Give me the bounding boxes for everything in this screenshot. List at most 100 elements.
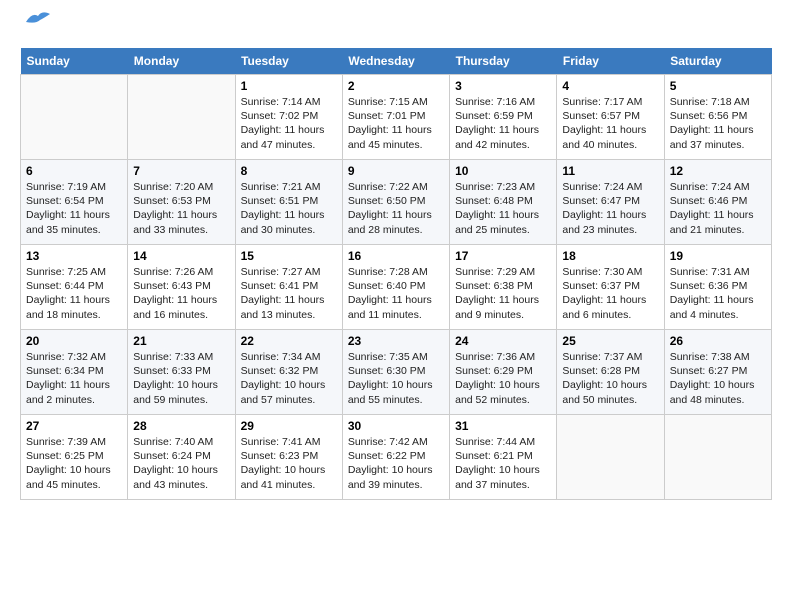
- day-number: 18: [562, 249, 658, 263]
- calendar-cell: [21, 75, 128, 160]
- calendar-cell: 4 Sunrise: 7:17 AM Sunset: 6:57 PM Daylig…: [557, 75, 664, 160]
- day-number: 6: [26, 164, 122, 178]
- calendar-cell: 20 Sunrise: 7:32 AM Sunset: 6:34 PM Dayli…: [21, 330, 128, 415]
- day-info: Sunrise: 7:17 AM Sunset: 6:57 PM Dayligh…: [562, 95, 658, 152]
- day-number: 16: [348, 249, 444, 263]
- day-number: 29: [241, 419, 337, 433]
- calendar-cell: 31 Sunrise: 7:44 AM Sunset: 6:21 PM Dayli…: [450, 415, 557, 500]
- day-info: Sunrise: 7:24 AM Sunset: 6:46 PM Dayligh…: [670, 180, 766, 237]
- day-info: Sunrise: 7:20 AM Sunset: 6:53 PM Dayligh…: [133, 180, 229, 237]
- day-number: 14: [133, 249, 229, 263]
- calendar-cell: 22Sunrise: 7:34 AM Sunset: 6:32 PM Dayli…: [235, 330, 342, 415]
- week-row-2: 6Sunrise: 7:19 AM Sunset: 6:54 PM Daylig…: [21, 160, 772, 245]
- day-number: 22: [241, 334, 337, 348]
- day-info: Sunrise: 7:22 AM Sunset: 6:50 PM Dayligh…: [348, 180, 444, 237]
- calendar-cell: 8 Sunrise: 7:21 AM Sunset: 6:51 PM Daylig…: [235, 160, 342, 245]
- day-number: 4: [562, 79, 658, 93]
- calendar-cell: [557, 415, 664, 500]
- day-info: Sunrise: 7:31 AM Sunset: 6:36 PM Dayligh…: [670, 265, 766, 322]
- day-info: Sunrise: 7:26 AM Sunset: 6:43 PM Dayligh…: [133, 265, 229, 322]
- day-number: 1: [241, 79, 337, 93]
- calendar-cell: 3 Sunrise: 7:16 AM Sunset: 6:59 PM Daylig…: [450, 75, 557, 160]
- week-row-4: 20 Sunrise: 7:32 AM Sunset: 6:34 PM Dayli…: [21, 330, 772, 415]
- week-row-3: 13 Sunrise: 7:25 AM Sunset: 6:44 PM Dayli…: [21, 245, 772, 330]
- day-number: 15: [241, 249, 337, 263]
- calendar-cell: 10Sunrise: 7:23 AM Sunset: 6:48 PM Dayli…: [450, 160, 557, 245]
- calendar-cell: [664, 415, 771, 500]
- day-number: 30: [348, 419, 444, 433]
- day-number: 23: [348, 334, 444, 348]
- day-info: Sunrise: 7:32 AM Sunset: 6:34 PM Dayligh…: [26, 350, 122, 407]
- calendar-cell: 23 Sunrise: 7:35 AM Sunset: 6:30 PM Dayli…: [342, 330, 449, 415]
- day-number: 19: [670, 249, 766, 263]
- day-number: 20: [26, 334, 122, 348]
- day-info: Sunrise: 7:42 AM Sunset: 6:22 PM Dayligh…: [348, 435, 444, 492]
- day-info: Sunrise: 7:18 AM Sunset: 6:56 PM Dayligh…: [670, 95, 766, 152]
- calendar-cell: 11 Sunrise: 7:24 AM Sunset: 6:47 PM Dayli…: [557, 160, 664, 245]
- calendar-cell: 25 Sunrise: 7:37 AM Sunset: 6:28 PM Dayli…: [557, 330, 664, 415]
- day-number: 2: [348, 79, 444, 93]
- weekday-header-row: SundayMondayTuesdayWednesdayThursdayFrid…: [21, 48, 772, 75]
- day-number: 26: [670, 334, 766, 348]
- day-number: 10: [455, 164, 551, 178]
- calendar-cell: 9 Sunrise: 7:22 AM Sunset: 6:50 PM Daylig…: [342, 160, 449, 245]
- day-info: Sunrise: 7:28 AM Sunset: 6:40 PM Dayligh…: [348, 265, 444, 322]
- day-info: Sunrise: 7:41 AM Sunset: 6:23 PM Dayligh…: [241, 435, 337, 492]
- weekday-header-tuesday: Tuesday: [235, 48, 342, 75]
- day-number: 7: [133, 164, 229, 178]
- calendar-table: SundayMondayTuesdayWednesdayThursdayFrid…: [20, 48, 772, 500]
- day-info: Sunrise: 7:39 AM Sunset: 6:25 PM Dayligh…: [26, 435, 122, 492]
- day-number: 21: [133, 334, 229, 348]
- day-info: Sunrise: 7:21 AM Sunset: 6:51 PM Dayligh…: [241, 180, 337, 237]
- day-info: Sunrise: 7:35 AM Sunset: 6:30 PM Dayligh…: [348, 350, 444, 407]
- day-number: 3: [455, 79, 551, 93]
- day-info: Sunrise: 7:24 AM Sunset: 6:47 PM Dayligh…: [562, 180, 658, 237]
- week-row-1: 1Sunrise: 7:14 AM Sunset: 7:02 PM Daylig…: [21, 75, 772, 160]
- calendar-cell: 24 Sunrise: 7:36 AM Sunset: 6:29 PM Dayli…: [450, 330, 557, 415]
- calendar-cell: 5 Sunrise: 7:18 AM Sunset: 6:56 PM Daylig…: [664, 75, 771, 160]
- weekday-header-friday: Friday: [557, 48, 664, 75]
- day-number: 5: [670, 79, 766, 93]
- day-number: 12: [670, 164, 766, 178]
- day-info: Sunrise: 7:16 AM Sunset: 6:59 PM Dayligh…: [455, 95, 551, 152]
- day-number: 28: [133, 419, 229, 433]
- day-info: Sunrise: 7:15 AM Sunset: 7:01 PM Dayligh…: [348, 95, 444, 152]
- calendar-cell: 27Sunrise: 7:39 AM Sunset: 6:25 PM Dayli…: [21, 415, 128, 500]
- day-info: Sunrise: 7:40 AM Sunset: 6:24 PM Dayligh…: [133, 435, 229, 492]
- calendar-cell: 18 Sunrise: 7:30 AM Sunset: 6:37 PM Dayli…: [557, 245, 664, 330]
- calendar-cell: 14 Sunrise: 7:26 AM Sunset: 6:43 PM Dayli…: [128, 245, 235, 330]
- logo-bird-icon: [24, 10, 52, 32]
- calendar-cell: 12 Sunrise: 7:24 AM Sunset: 6:46 PM Dayli…: [664, 160, 771, 245]
- day-number: 31: [455, 419, 551, 433]
- calendar-cell: 6Sunrise: 7:19 AM Sunset: 6:54 PM Daylig…: [21, 160, 128, 245]
- day-number: 8: [241, 164, 337, 178]
- calendar-cell: 28 Sunrise: 7:40 AM Sunset: 6:24 PM Dayli…: [128, 415, 235, 500]
- day-info: Sunrise: 7:37 AM Sunset: 6:28 PM Dayligh…: [562, 350, 658, 407]
- weekday-header-wednesday: Wednesday: [342, 48, 449, 75]
- day-info: Sunrise: 7:30 AM Sunset: 6:37 PM Dayligh…: [562, 265, 658, 322]
- calendar-cell: 26Sunrise: 7:38 AM Sunset: 6:27 PM Dayli…: [664, 330, 771, 415]
- calendar-cell: 17Sunrise: 7:29 AM Sunset: 6:38 PM Dayli…: [450, 245, 557, 330]
- calendar-cell: 29 Sunrise: 7:41 AM Sunset: 6:23 PM Dayli…: [235, 415, 342, 500]
- day-number: 25: [562, 334, 658, 348]
- day-info: Sunrise: 7:44 AM Sunset: 6:21 PM Dayligh…: [455, 435, 551, 492]
- day-number: 13: [26, 249, 122, 263]
- logo: [20, 20, 52, 32]
- day-info: Sunrise: 7:27 AM Sunset: 6:41 PM Dayligh…: [241, 265, 337, 322]
- calendar-cell: 19 Sunrise: 7:31 AM Sunset: 6:36 PM Dayli…: [664, 245, 771, 330]
- week-row-5: 27Sunrise: 7:39 AM Sunset: 6:25 PM Dayli…: [21, 415, 772, 500]
- calendar-cell: 21Sunrise: 7:33 AM Sunset: 6:33 PM Dayli…: [128, 330, 235, 415]
- calendar-cell: 15 Sunrise: 7:27 AM Sunset: 6:41 PM Dayli…: [235, 245, 342, 330]
- day-number: 24: [455, 334, 551, 348]
- day-info: Sunrise: 7:36 AM Sunset: 6:29 PM Dayligh…: [455, 350, 551, 407]
- calendar-cell: [128, 75, 235, 160]
- calendar-cell: 1Sunrise: 7:14 AM Sunset: 7:02 PM Daylig…: [235, 75, 342, 160]
- day-info: Sunrise: 7:29 AM Sunset: 6:38 PM Dayligh…: [455, 265, 551, 322]
- calendar-cell: 16 Sunrise: 7:28 AM Sunset: 6:40 PM Dayli…: [342, 245, 449, 330]
- weekday-header-saturday: Saturday: [664, 48, 771, 75]
- weekday-header-monday: Monday: [128, 48, 235, 75]
- day-number: 11: [562, 164, 658, 178]
- calendar-cell: 7 Sunrise: 7:20 AM Sunset: 6:53 PM Daylig…: [128, 160, 235, 245]
- day-info: Sunrise: 7:25 AM Sunset: 6:44 PM Dayligh…: [26, 265, 122, 322]
- day-number: 9: [348, 164, 444, 178]
